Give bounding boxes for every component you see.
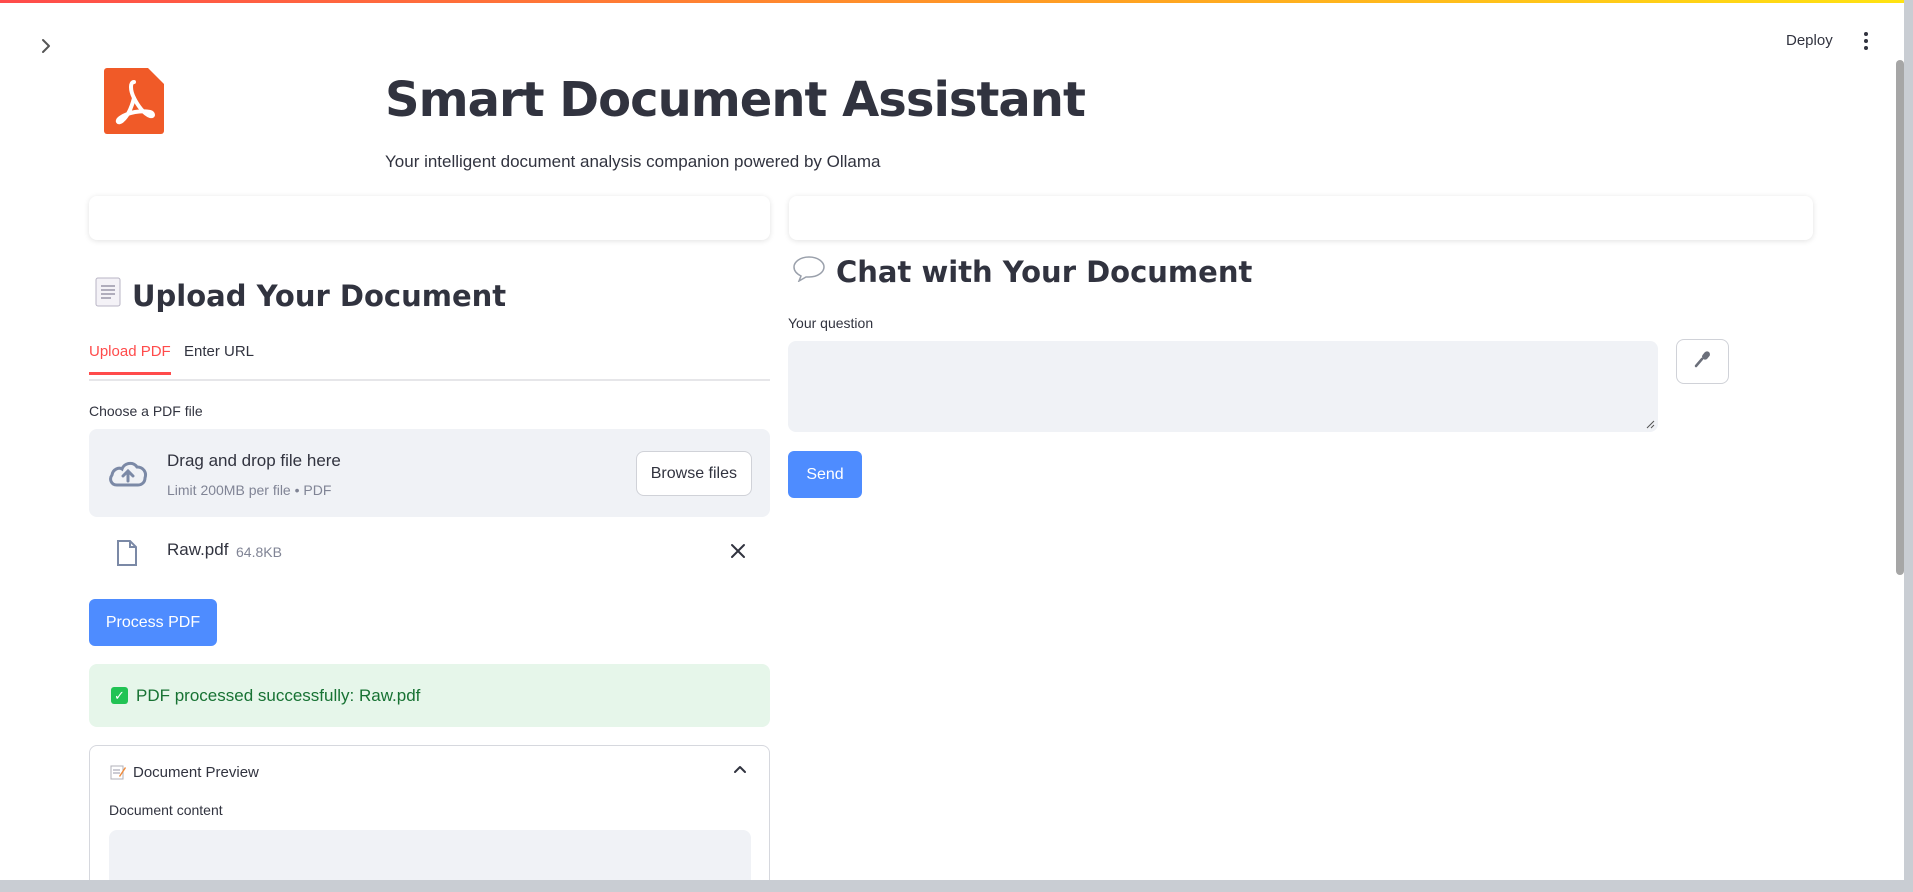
document-preview-header[interactable]: Document Preview [90,746,769,794]
right-card-strip [789,196,1813,240]
dropzone-limit: Limit 200MB per file • PDF [167,482,332,498]
cloud-upload-icon [107,457,149,494]
memo-icon [110,764,126,785]
uploaded-file-row: Raw.pdf 64.8KB [89,533,770,573]
microphone-icon [1693,349,1713,374]
top-decoration-bar [0,0,1904,3]
check-icon: ✓ [111,687,128,704]
scrollbar[interactable] [1896,60,1904,575]
chevron-right-icon[interactable] [36,36,56,56]
chat-section-title: Chat with Your Document [836,254,1253,289]
kebab-menu-icon[interactable] [1858,28,1874,54]
speech-bubble-icon [792,254,826,289]
browse-files-button[interactable]: Browse files [635,451,752,496]
send-button[interactable]: Send [788,451,862,498]
success-message: PDF processed successfully: Raw.pdf [136,685,421,705]
uploaded-file-name: Raw.pdf [167,540,229,559]
uploaded-file-size: 64.8KB [236,544,282,560]
chevron-up-icon[interactable] [733,762,747,781]
file-dropzone[interactable]: Drag and drop file here Limit 200MB per … [89,429,770,517]
page-subtitle: Your intelligent document analysis compa… [385,152,881,171]
success-alert: ✓ PDF processed successfully: Raw.pdf [89,664,770,727]
document-icon [94,276,122,315]
left-card-strip [89,196,770,240]
pdf-logo-icon [104,68,164,134]
app-window: Deploy Smart Document Assistant Your int… [0,0,1904,880]
question-label: Your question [788,315,874,331]
process-pdf-button[interactable]: Process PDF [89,599,217,646]
document-preview-expander: Document Preview Document content [89,745,770,880]
question-textarea[interactable] [788,341,1658,432]
chat-section-heading: Chat with Your Document [792,254,1252,289]
upload-section-title: Upload Your Document [132,278,507,313]
file-icon [116,539,138,572]
document-preview-title: Document Preview [133,764,259,781]
close-icon[interactable] [730,543,746,564]
upload-tabs: Upload PDF Enter URL [89,343,770,381]
upload-section-heading: Upload Your Document [94,276,506,315]
document-content-textarea[interactable] [109,830,751,880]
file-uploader-label: Choose a PDF file [89,403,203,419]
document-content-label: Document content [109,802,223,818]
dropzone-title: Drag and drop file here [167,451,341,470]
microphone-button[interactable] [1676,339,1729,384]
page-title: Smart Document Assistant [385,72,1086,128]
tab-upload-pdf[interactable]: Upload PDF [89,343,171,375]
deploy-button[interactable]: Deploy [1780,30,1839,51]
tab-enter-url[interactable]: Enter URL [184,343,254,372]
